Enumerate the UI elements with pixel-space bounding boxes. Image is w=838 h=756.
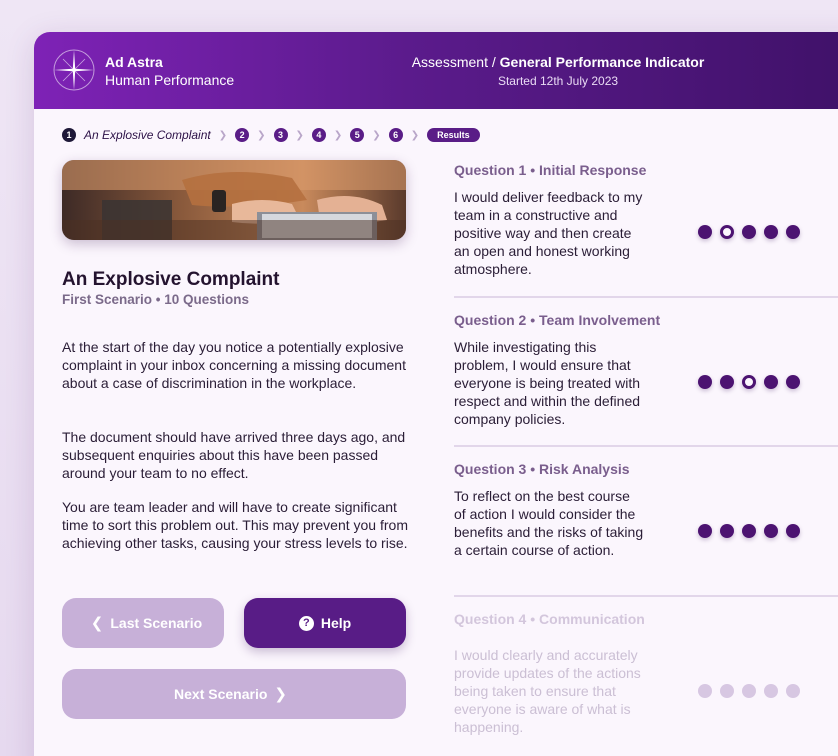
next-scenario-label: Next Scenario <box>174 686 268 702</box>
chevron-right-icon: ❯ <box>295 129 304 141</box>
question-mark-icon: ? <box>298 615 314 631</box>
question-text: To reflect on the best course of action … <box>454 488 644 558</box>
step-6[interactable]: 6 <box>388 128 403 142</box>
rating-option[interactable] <box>764 225 778 239</box>
chevron-right-icon: ❯ <box>274 686 287 703</box>
divider <box>454 296 838 298</box>
question-card: Question 1 • Initial Response I would de… <box>454 162 838 278</box>
scenario-photo <box>62 160 406 240</box>
question-text: I would deliver feedback to my team in a… <box>454 189 643 277</box>
chevron-right-icon: ❯ <box>257 129 266 141</box>
step-4[interactable]: 4 <box>311 128 326 142</box>
question-card: Question 4 • Communication I would clear… <box>454 611 838 736</box>
scenario-subtitle: First Scenario • 10 Questions <box>62 292 250 307</box>
app-window: Ad Astra Human Performance Assessment / … <box>34 32 838 756</box>
brand-name: Ad Astra <box>105 54 163 70</box>
app-header: Ad Astra Human Performance Assessment / … <box>34 32 838 109</box>
rating-option[interactable] <box>764 524 778 538</box>
rating-option <box>786 684 800 698</box>
rating-option <box>698 684 712 698</box>
question-card: Question 2 • Team Involvement While inve… <box>454 312 838 428</box>
question-text: I would clearly and accurately provide u… <box>454 647 641 735</box>
scenario-paragraph: You are team leader and will have to cre… <box>62 499 408 551</box>
question-title: Question 2 • Team Involvement <box>454 312 661 328</box>
question-title: Question 3 • Risk Analysis <box>454 461 630 477</box>
start-date: Started 12th July 2023 <box>497 74 619 88</box>
divider <box>454 445 838 447</box>
rating-option[interactable] <box>786 375 800 389</box>
question-text: While investigating this problem, I woul… <box>454 339 641 427</box>
rating-option[interactable] <box>698 375 712 389</box>
rating-option <box>742 684 756 698</box>
divider <box>454 595 838 597</box>
rating-option[interactable] <box>720 375 734 389</box>
step-5[interactable]: 5 <box>350 128 365 142</box>
breadcrumb-current: General Performance Indicator <box>499 54 705 70</box>
scenario-title: An Explosive Complaint <box>62 269 280 290</box>
chevron-right-icon: ❯ <box>218 129 228 141</box>
brand: Ad Astra Human Performance <box>105 53 234 89</box>
scenario-paragraph: The document should have arrived three d… <box>62 429 406 481</box>
star-logo-icon <box>53 49 95 91</box>
step-2[interactable]: 2 <box>235 128 250 142</box>
breadcrumb-assessment[interactable]: Assessment / <box>412 54 500 70</box>
rating-option[interactable] <box>742 524 756 538</box>
rating-scale <box>698 225 800 239</box>
rating-scale <box>698 524 800 538</box>
rating-option <box>720 684 734 698</box>
rating-option[interactable] <box>720 524 734 538</box>
rating-scale <box>698 684 800 698</box>
chevron-right-icon: ❯ <box>410 129 420 141</box>
last-scenario-button[interactable]: ❮ Last Scenario <box>62 598 224 648</box>
chevron-right-icon: ❯ <box>372 129 381 141</box>
rating-scale <box>698 375 800 389</box>
rating-option[interactable] <box>720 225 734 239</box>
question-title: Question 4 • Communication <box>454 611 645 627</box>
rating-option[interactable] <box>698 225 712 239</box>
question-title: Question 1 • Initial Response <box>454 162 647 178</box>
rating-option <box>764 684 778 698</box>
step-results[interactable]: Results <box>427 128 480 142</box>
rating-option[interactable] <box>764 375 778 389</box>
progress-stepper: 1 An Explosive Complaint ❯ 2 ❯ 3 ❯ 4 ❯ 5… <box>62 128 480 142</box>
chevron-left-icon: ❮ <box>90 615 104 632</box>
help-button[interactable]: ? Help <box>244 598 406 648</box>
page-title: Assessment / General Performance Indicat… <box>374 53 742 89</box>
step-3[interactable]: 3 <box>273 128 288 142</box>
brand-subtitle: Human Performance <box>105 72 235 88</box>
question-card: Question 3 • Risk Analysis To reflect on… <box>454 461 838 559</box>
rating-option[interactable] <box>742 225 756 239</box>
last-scenario-label: Last Scenario <box>110 615 203 631</box>
rating-option[interactable] <box>742 375 756 389</box>
step-1-label[interactable]: An Explosive Complaint <box>84 128 211 142</box>
next-scenario-button[interactable]: Next Scenario ❯ <box>62 669 406 719</box>
scenario-paragraph: At the start of the day you notice a pot… <box>62 339 406 391</box>
rating-option[interactable] <box>698 524 712 538</box>
help-label: Help <box>320 615 352 631</box>
breadcrumb: Assessment / General Performance Indicat… <box>374 53 742 71</box>
chevron-right-icon: ❯ <box>333 129 343 141</box>
rating-option[interactable] <box>786 225 800 239</box>
step-1[interactable]: 1 <box>62 128 76 142</box>
rating-option[interactable] <box>786 524 800 538</box>
